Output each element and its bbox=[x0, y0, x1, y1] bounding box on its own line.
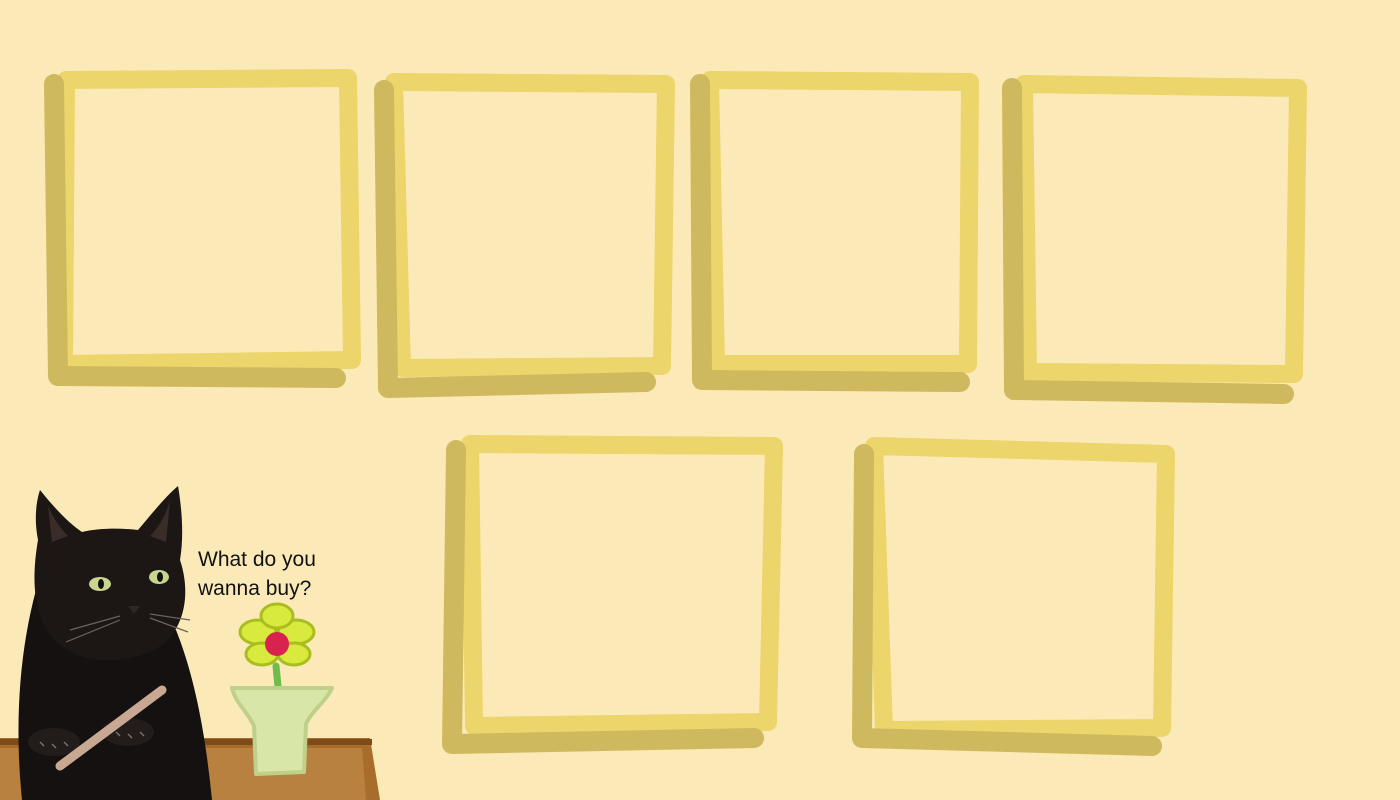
shop-slot-4[interactable] bbox=[1000, 74, 1312, 410]
slot-frame-5 bbox=[442, 435, 783, 754]
shop-slot-2[interactable] bbox=[372, 72, 682, 402]
black-cat-icon bbox=[18, 486, 212, 800]
shop-slot-5[interactable] bbox=[440, 432, 784, 762]
slot-frame-6 bbox=[852, 437, 1175, 756]
slot-frame-1 bbox=[44, 69, 361, 388]
shopkeeper bbox=[0, 486, 380, 800]
slot-frame-2 bbox=[374, 73, 675, 398]
shop-slot-6[interactable] bbox=[850, 436, 1178, 760]
shop-slot-3[interactable] bbox=[688, 70, 986, 398]
slot-frame-3 bbox=[690, 71, 979, 392]
slot-frame-4 bbox=[1002, 75, 1307, 404]
shopkeeper-speech: What do you wanna buy? bbox=[198, 548, 316, 600]
shop-slot-1[interactable] bbox=[40, 69, 361, 400]
shop-scene: What do you wanna buy? bbox=[0, 0, 1400, 800]
